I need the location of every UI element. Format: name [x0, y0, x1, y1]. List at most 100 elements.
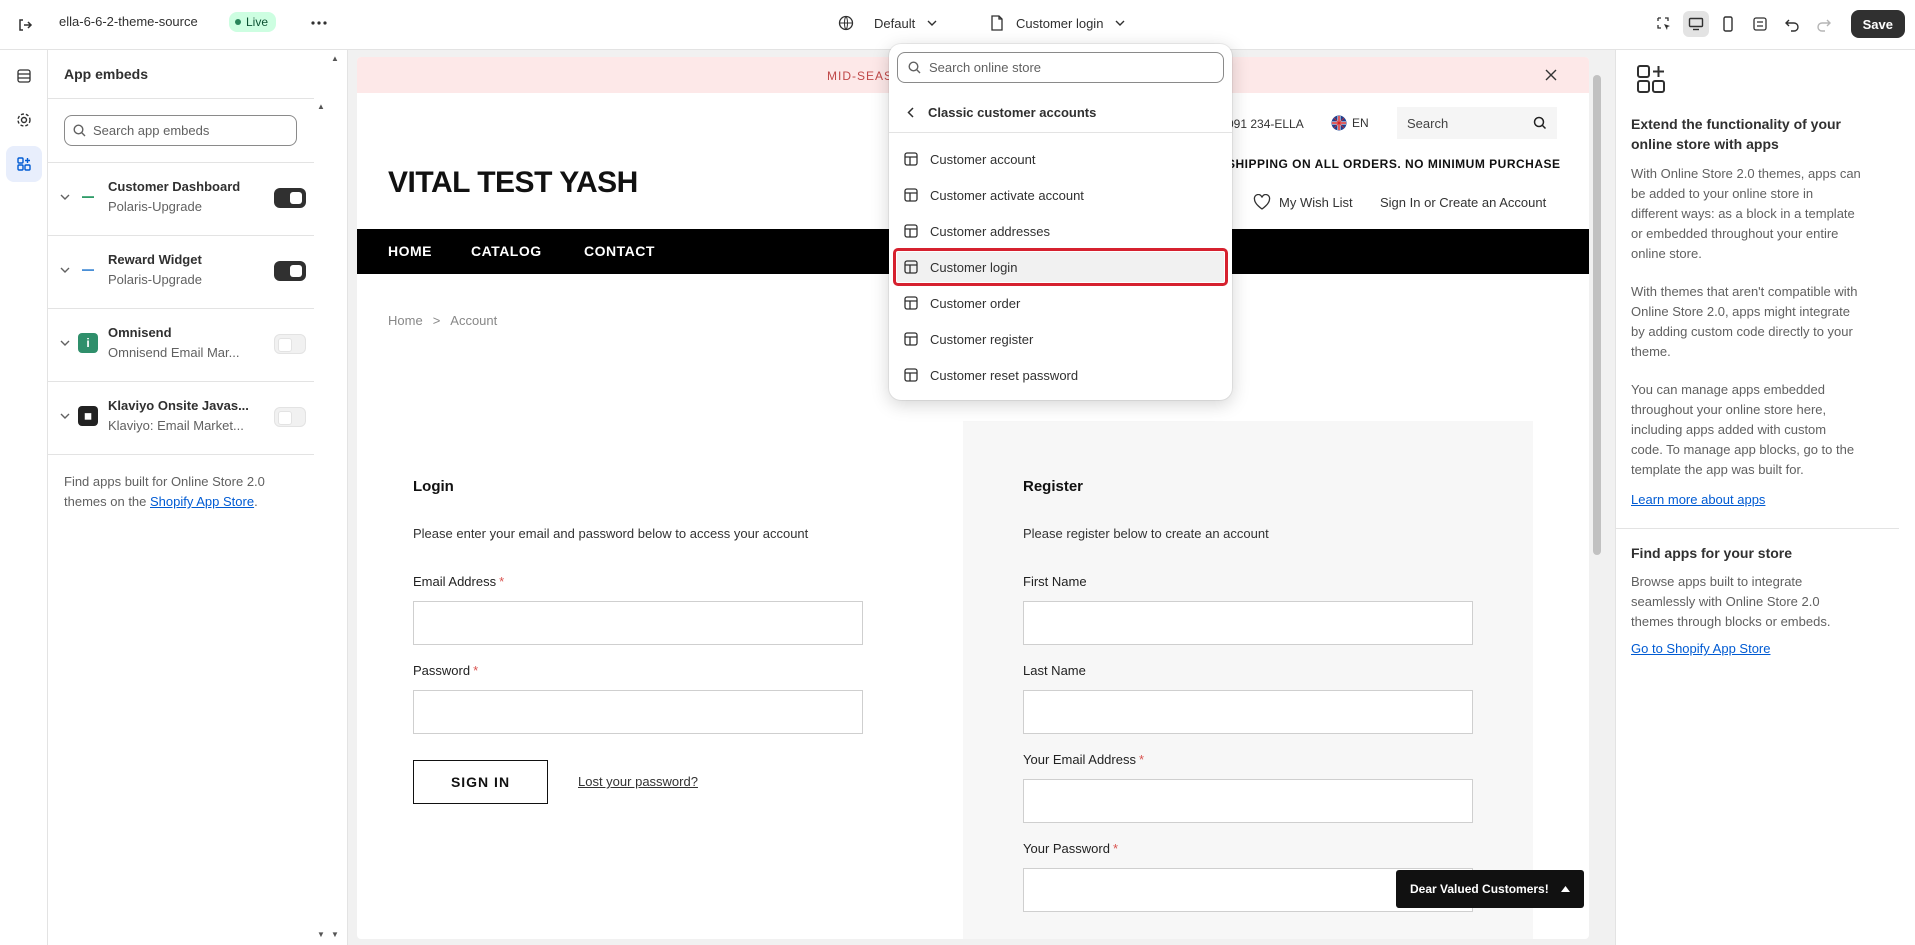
shipping-message: SHIPPING ON ALL ORDERS. NO MINIMUM PURCH… [1227, 157, 1561, 171]
register-password-label: Your Password * [1023, 841, 1119, 856]
store-logo[interactable]: VITAL TEST YASH [388, 166, 638, 200]
breadcrumb-separator: > [432, 313, 441, 328]
nav-home[interactable]: HOME [388, 243, 432, 259]
register-section [963, 421, 1533, 939]
inspector-icon[interactable] [1651, 11, 1677, 37]
first-name-field[interactable] [1023, 601, 1473, 645]
redo-icon[interactable] [1811, 11, 1837, 37]
template-icon [904, 224, 918, 238]
template-item-selected[interactable]: Customer login [893, 248, 1228, 286]
chevron-down-icon [1115, 20, 1125, 26]
chevron-down-icon[interactable] [59, 410, 71, 422]
info-paragraph: With themes that aren't compatible with … [1631, 284, 1858, 359]
lost-password-link[interactable]: Lost your password? [578, 774, 698, 789]
store-search-input[interactable]: Search [1397, 107, 1557, 139]
chevron-down-icon[interactable] [59, 264, 71, 276]
template-item[interactable]: Customer order [897, 288, 1224, 318]
chevron-down-icon[interactable] [59, 337, 71, 349]
template-icon [904, 368, 918, 382]
apps-icon [1636, 64, 1666, 99]
shopify-app-store-link[interactable]: Shopify App Store [150, 494, 254, 509]
chevron-left-icon [907, 106, 914, 118]
scroll-up-arrow[interactable]: ▲ [331, 54, 339, 63]
search-icon [73, 124, 86, 137]
top-bar: ella-6-6-2-theme-source Live Default Cus… [0, 0, 1915, 50]
breadcrumb-account: Account [450, 313, 498, 328]
wishlist-link[interactable]: My Wish List [1253, 194, 1353, 210]
register-title: Register [1023, 478, 1084, 495]
app-provider: Klaviyo: Email Market... [108, 418, 244, 433]
context-selector[interactable]: Default [838, 11, 937, 35]
search-input[interactable] [93, 123, 283, 138]
app-embed-row[interactable]: ▬▬ Reward Widget Polaris-Upgrade [48, 236, 314, 309]
language-selector[interactable]: EN [1331, 115, 1369, 131]
app-embed-row[interactable]: i Omnisend Omnisend Email Mar... [48, 309, 314, 382]
app-logo: ▬▬ [82, 194, 94, 200]
info-heading: Extend the functionality of your online … [1631, 116, 1842, 152]
login-title: Login [413, 478, 454, 495]
app-toggle[interactable] [274, 334, 306, 354]
email-field[interactable] [413, 601, 863, 645]
password-label: Password * [413, 663, 479, 678]
app-toggle[interactable] [274, 261, 306, 281]
save-button[interactable]: Save [1850, 10, 1905, 38]
preview-scrollbar[interactable] [1591, 57, 1603, 939]
close-icon[interactable] [1543, 67, 1559, 83]
announcement-text: MID-SEAS [827, 69, 894, 83]
template-selector[interactable]: Customer login [990, 11, 1125, 35]
search-online-store[interactable] [897, 52, 1224, 83]
more-actions-button[interactable] [308, 12, 330, 34]
template-icon [904, 296, 918, 310]
last-name-field[interactable] [1023, 690, 1473, 734]
search-icon [908, 61, 921, 74]
list-scroll-up-arrow[interactable]: ▲ [317, 102, 325, 111]
template-icon [904, 152, 918, 166]
signin-link[interactable]: Sign In or Create an Account [1380, 195, 1546, 210]
app-embeds-icon[interactable] [6, 146, 42, 182]
app-embed-row[interactable]: ◼ Klaviyo Onsite Javas... Klaviyo: Email… [48, 382, 314, 455]
breadcrumb-home[interactable]: Home [388, 313, 423, 328]
info-heading: Find apps for your store [1631, 545, 1793, 561]
exit-icon[interactable] [12, 12, 38, 38]
sections-icon[interactable] [6, 58, 42, 94]
dear-customers-button[interactable]: Dear Valued Customers! [1396, 870, 1584, 908]
search-app-embeds[interactable] [64, 115, 297, 146]
register-email-field[interactable] [1023, 779, 1473, 823]
template-item[interactable]: Customer register [897, 324, 1224, 354]
theme-name: ella-6-6-2-theme-source [59, 14, 198, 29]
scroll-down-arrow[interactable]: ▼ [331, 930, 339, 939]
template-item[interactable]: Customer addresses [897, 216, 1224, 246]
settings-gear-icon[interactable] [6, 102, 42, 138]
app-toggle[interactable] [274, 407, 306, 427]
register-email-label: Your Email Address * [1023, 752, 1145, 767]
search-icon [1533, 116, 1547, 130]
template-item[interactable]: Customer activate account [897, 180, 1224, 210]
last-name-label: Last Name [1023, 663, 1086, 678]
nav-contact[interactable]: CONTACT [584, 243, 655, 259]
back-button[interactable]: Classic customer accounts [897, 98, 1224, 126]
info-paragraph: With Online Store 2.0 themes, apps can b… [1631, 166, 1861, 261]
app-logo: ▬▬ [82, 267, 94, 273]
chevron-down-icon[interactable] [59, 191, 71, 203]
mobile-view-icon[interactable] [1715, 11, 1741, 37]
omnisend-logo-icon: i [78, 333, 98, 353]
app-provider: Polaris-Upgrade [108, 199, 202, 214]
breadcrumb: Home > Account [388, 313, 497, 328]
klaviyo-logo-icon: ◼ [78, 406, 98, 426]
sign-in-button[interactable]: SIGN IN [413, 760, 548, 804]
email-label: Email Address * [413, 574, 505, 589]
learn-more-link[interactable]: Learn more about apps [1631, 492, 1765, 507]
login-description: Please enter your email and password bel… [413, 526, 809, 541]
template-item[interactable]: Customer reset password [897, 360, 1224, 390]
app-embed-row[interactable]: ▬▬ Customer Dashboard Polaris-Upgrade [48, 163, 314, 236]
template-item[interactable]: Customer account [897, 144, 1224, 174]
app-store-link[interactable]: Go to Shopify App Store [1631, 641, 1770, 656]
list-scroll-down-arrow[interactable]: ▼ [317, 930, 325, 939]
app-toggle[interactable] [274, 188, 306, 208]
password-field[interactable] [413, 690, 863, 734]
desktop-view-icon[interactable] [1682, 11, 1709, 37]
nav-catalog[interactable]: CATALOG [471, 243, 542, 259]
fullscreen-icon[interactable] [1747, 11, 1773, 37]
search-input[interactable] [929, 60, 1209, 75]
undo-icon[interactable] [1779, 11, 1805, 37]
